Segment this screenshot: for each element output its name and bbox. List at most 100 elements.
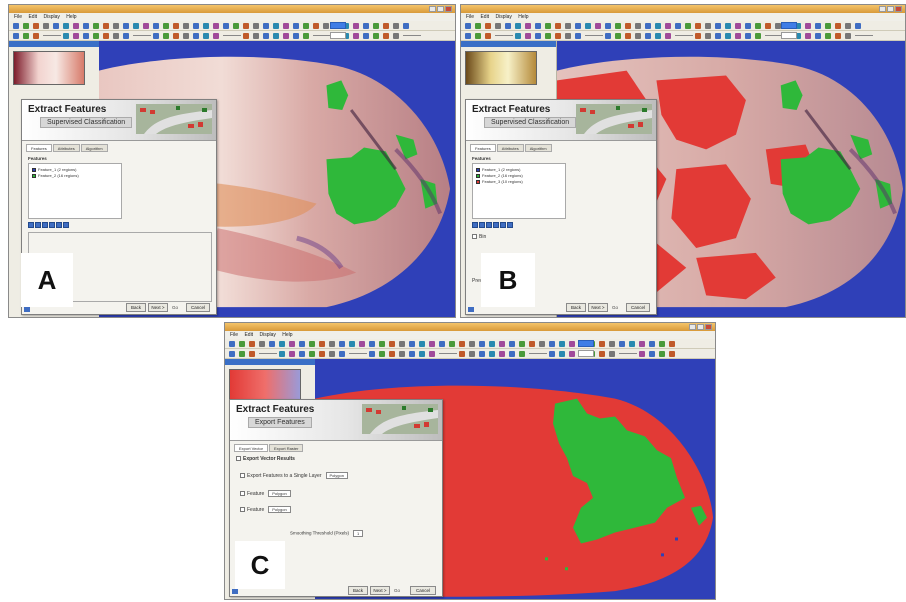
toolbar-icon[interactable] <box>113 33 119 39</box>
bin-option[interactable]: Bin <box>472 234 486 240</box>
toolbar-icon[interactable] <box>259 341 265 347</box>
toolbar-icon[interactable] <box>449 341 455 347</box>
toolbar-icon[interactable] <box>615 33 621 39</box>
tab-export-raster[interactable]: Export Raster <box>269 444 304 452</box>
toolbar-icon[interactable] <box>805 23 811 29</box>
toolbar-icon[interactable] <box>629 341 635 347</box>
toolbar-icon[interactable] <box>539 341 545 347</box>
toolbar-icon[interactable] <box>669 341 675 347</box>
toolbar-icon[interactable] <box>393 23 399 29</box>
toolbar-icon[interactable] <box>815 33 821 39</box>
feature-1-type-select[interactable]: Polygon <box>268 490 291 497</box>
toolbar-icon[interactable] <box>93 23 99 29</box>
toolbar-icon[interactable] <box>545 23 551 29</box>
toolbar-icon[interactable] <box>409 351 415 357</box>
next-button[interactable]: Next > <box>588 303 608 312</box>
toolbar-icon[interactable] <box>363 33 369 39</box>
toolbar-icon[interactable] <box>359 341 365 347</box>
toolbar-icon[interactable] <box>379 341 385 347</box>
list-item[interactable]: Feature_1 (2 regions) <box>32 167 76 172</box>
toolbar-icon[interactable] <box>229 341 235 347</box>
toolbar-icon[interactable] <box>329 351 335 357</box>
toolbar-icon[interactable] <box>535 33 541 39</box>
slider-track[interactable] <box>439 353 457 354</box>
toolbar-icon[interactable] <box>373 23 379 29</box>
toolbar-icon[interactable] <box>309 351 315 357</box>
toolbar-icon[interactable] <box>605 33 611 39</box>
toolbar-icon[interactable] <box>13 33 19 39</box>
overview-thumbnail[interactable] <box>465 51 537 85</box>
toolbar-icon[interactable] <box>645 33 651 39</box>
save-feature-icon[interactable] <box>49 222 55 228</box>
toolbar-icon[interactable] <box>23 23 29 29</box>
delete-feature-icon[interactable] <box>35 222 41 228</box>
toolbar-icon[interactable] <box>519 351 525 357</box>
toolbar-icon[interactable] <box>429 351 435 357</box>
feature-2-checkbox[interactable] <box>240 507 245 512</box>
toolbar-icon[interactable] <box>193 33 199 39</box>
toolbar-icon[interactable] <box>695 33 701 39</box>
toolbar-icon[interactable] <box>233 23 239 29</box>
toolbar-icon[interactable] <box>239 351 245 357</box>
toolbar-icon[interactable] <box>635 33 641 39</box>
export-vector-results-option[interactable]: Export Vector Results <box>236 456 295 462</box>
toolbar-icon[interactable] <box>243 23 249 29</box>
toolbar-icon[interactable] <box>735 33 741 39</box>
toolbar-icon[interactable] <box>63 33 69 39</box>
toolbar-icon[interactable] <box>299 341 305 347</box>
toolbar-icon[interactable] <box>725 33 731 39</box>
load-feature-icon[interactable] <box>56 222 62 228</box>
menu-help[interactable]: Help <box>518 14 528 20</box>
toolbar-icon[interactable] <box>163 23 169 29</box>
toolbar-icon[interactable] <box>659 341 665 347</box>
toolbar-icon[interactable] <box>619 341 625 347</box>
toolbar-field[interactable] <box>578 340 594 347</box>
toolbar-icon[interactable] <box>303 23 309 29</box>
toolbar-icon[interactable] <box>203 23 209 29</box>
toolbar-icon[interactable] <box>439 341 445 347</box>
toolbar-icon[interactable] <box>229 351 235 357</box>
toolbar-icon[interactable] <box>609 351 615 357</box>
toolbar-icon[interactable] <box>33 23 39 29</box>
toolbar-icon[interactable] <box>599 351 605 357</box>
window-close-icon[interactable] <box>895 6 902 12</box>
toolbar-icon[interactable] <box>515 23 521 29</box>
feature-export-option[interactable]: Feature Polygon <box>240 490 291 497</box>
toolbar-icon[interactable] <box>253 33 259 39</box>
toolbar-icon[interactable] <box>575 33 581 39</box>
toolbar-icon[interactable] <box>655 23 661 29</box>
toolbar-icon[interactable] <box>559 351 565 357</box>
window-maximize-icon[interactable] <box>887 6 894 12</box>
toolbar-icon[interactable] <box>515 33 521 39</box>
export-single-layer-option[interactable]: Export Features to a Single Layer Polygon <box>240 472 348 479</box>
toolbar-icon[interactable] <box>555 33 561 39</box>
slider-track[interactable] <box>223 35 241 36</box>
toolbar-icon[interactable] <box>399 341 405 347</box>
toolbar-icon[interactable] <box>419 341 425 347</box>
toolbar-icon[interactable] <box>369 351 375 357</box>
toolbar-icon[interactable] <box>193 23 199 29</box>
toolbar-icon[interactable] <box>73 33 79 39</box>
single-layer-checkbox[interactable] <box>240 473 245 478</box>
toolbar-icon[interactable] <box>389 351 395 357</box>
toolbar-icon[interactable] <box>499 351 505 357</box>
menu-edit[interactable]: Edit <box>480 14 489 20</box>
slider-track[interactable] <box>259 353 277 354</box>
toolbar-icon[interactable] <box>409 341 415 347</box>
next-button[interactable]: Next > <box>370 586 390 595</box>
toolbar-icon[interactable] <box>213 23 219 29</box>
toolbar-icon[interactable] <box>339 341 345 347</box>
toolbar-icon[interactable] <box>545 33 551 39</box>
toolbar-icon[interactable] <box>263 33 269 39</box>
toolbar-icon[interactable] <box>163 33 169 39</box>
toolbar-icon[interactable] <box>203 33 209 39</box>
toolbar-icon[interactable] <box>459 351 465 357</box>
toolbar-icon[interactable] <box>625 23 631 29</box>
toolbar-icon[interactable] <box>63 23 69 29</box>
toolbar-icon[interactable] <box>123 33 129 39</box>
toolbar-icon[interactable] <box>765 23 771 29</box>
toolbar-field[interactable] <box>330 32 346 39</box>
menu-edit[interactable]: Edit <box>28 14 37 20</box>
toolbar-icon[interactable] <box>559 341 565 347</box>
menu-display[interactable]: Display <box>43 14 59 20</box>
